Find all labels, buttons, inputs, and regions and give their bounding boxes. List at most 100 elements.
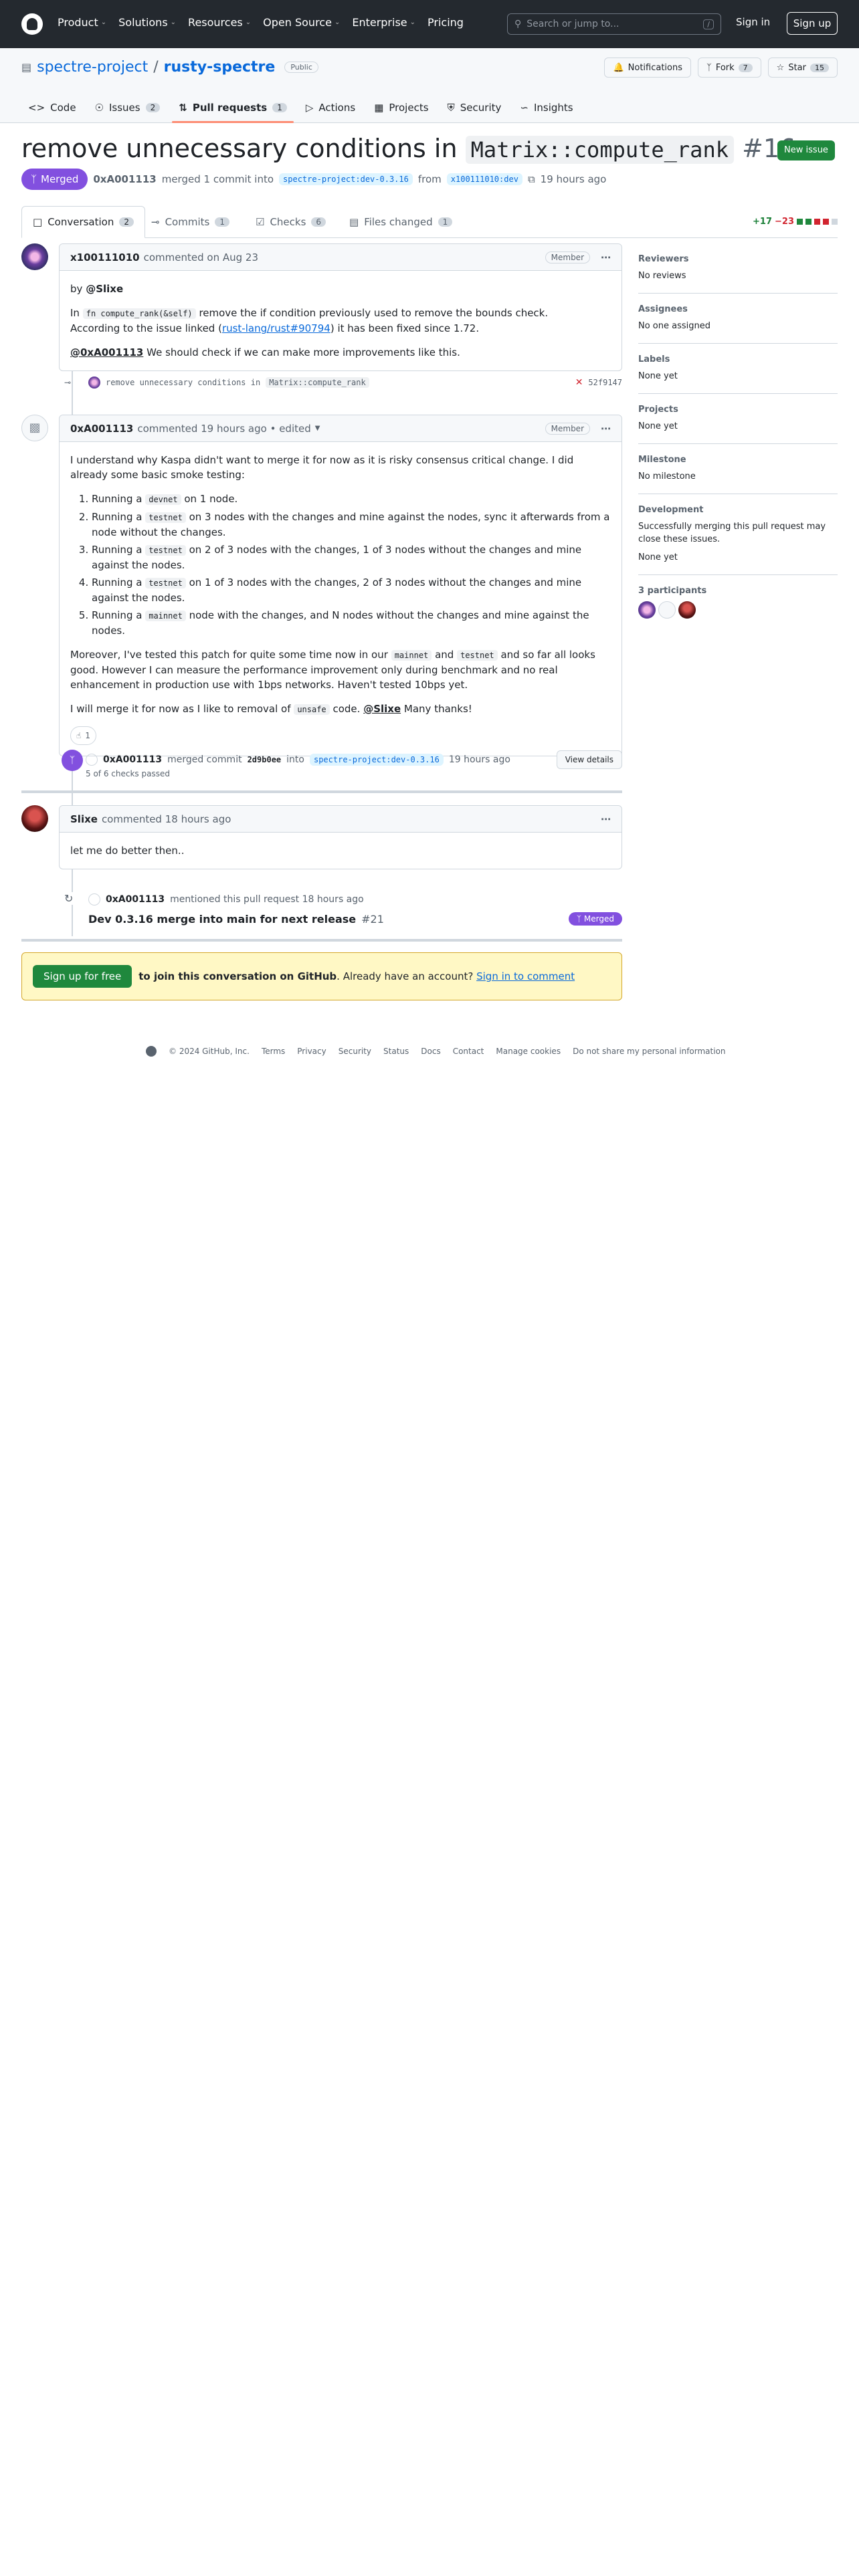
repo-name-link[interactable]: rusty-spectre [164, 59, 276, 76]
signup-free-button[interactable]: Sign up for free [33, 965, 132, 988]
comment-author[interactable]: Slixe [70, 813, 98, 825]
timeline-divider [21, 939, 622, 942]
sidebar-projects: Projects None yet [638, 405, 838, 444]
kebab-menu-icon[interactable]: ⋯ [601, 423, 611, 435]
event-author[interactable]: 0xA001113 [106, 894, 165, 905]
deletions-count: −23 [775, 217, 794, 227]
pr-title: remove unnecessary conditions in Matrix:… [21, 134, 796, 164]
avatar[interactable]: ▩ [21, 415, 48, 441]
chevron-down-icon: ⌄ [409, 19, 416, 26]
base-branch[interactable]: spectre-project:dev-0.3.16 [279, 173, 413, 185]
diffstat: +17 −23 [753, 217, 838, 227]
footer-link-cookies[interactable]: Manage cookies [496, 1047, 561, 1056]
commit-message[interactable]: remove unnecessary conditions in [106, 378, 260, 387]
view-details-button[interactable]: View details [556, 750, 622, 769]
avatar [86, 754, 98, 766]
signin-to-comment-link[interactable]: Sign in to comment [476, 970, 575, 982]
avatar[interactable] [658, 601, 676, 619]
search-icon: ⚲ [514, 19, 522, 29]
sidebar-participants: 3 participants [638, 586, 838, 619]
chevron-down-icon: ⌄ [245, 19, 252, 26]
search-input[interactable]: ⚲ Search or jump to... / [507, 13, 721, 35]
footer-link-do-not-share[interactable]: Do not share my personal information [573, 1047, 725, 1056]
checks-summary: 5 of 6 checks passed [86, 769, 170, 778]
comment-author[interactable]: 0xA001113 [70, 423, 133, 435]
tab-pull-requests[interactable]: ⇅ Pull requests 1 [172, 92, 294, 123]
additions-count: +17 [753, 217, 773, 227]
repo-owner-link[interactable]: spectre-project [37, 59, 148, 76]
signup-banner: Sign up for free to join this conversati… [21, 952, 622, 1000]
footer-link-docs[interactable]: Docs [421, 1047, 440, 1056]
nav-product[interactable]: Product ⌄ [58, 16, 106, 29]
sidebar-development: Development Successfully merging this pu… [638, 505, 838, 575]
merged-status-badge: ᛉ Merged [21, 169, 88, 190]
tab-code[interactable]: <> Code [21, 92, 83, 123]
footer-link-contact[interactable]: Contact [453, 1047, 484, 1056]
tab-insights[interactable]: ∽ Insights [513, 92, 579, 123]
notifications-button[interactable]: 🔔 Notifications [604, 58, 692, 78]
comment-author[interactable]: x100111010 [70, 251, 140, 263]
chevron-down-icon: ⌄ [100, 19, 107, 26]
footer-link-terms[interactable]: Terms [262, 1047, 285, 1056]
sidebar-labels: Labels None yet [638, 354, 838, 394]
github-logo-icon[interactable] [21, 13, 43, 35]
commit-sha[interactable]: 2d9b0ee [248, 755, 282, 764]
tab-checks[interactable]: ☑ Checks 6 [245, 206, 337, 238]
base-branch[interactable]: spectre-project:dev-0.3.16 [309, 754, 444, 766]
commit-sha[interactable]: 52f9147 [588, 378, 622, 387]
event-author[interactable]: 0xA001113 [103, 754, 162, 765]
repo-header: ▤ spectre-project / rusty-spectre Public… [0, 48, 859, 123]
reaction-button[interactable]: ☝ 1 [70, 726, 96, 745]
tab-security[interactable]: ⛨ Security [441, 92, 508, 123]
nav-resources[interactable]: Resources ⌄ [188, 16, 251, 29]
inline-code: testnet [457, 650, 498, 661]
play-icon: ▷ [305, 102, 314, 114]
user-mention[interactable]: @0xA001113 [70, 346, 143, 358]
kebab-menu-icon[interactable]: ⋯ [601, 251, 611, 263]
tab-conversation[interactable]: □ Conversation 2 [21, 206, 145, 238]
nav-solutions[interactable]: Solutions ⌄ [118, 16, 176, 29]
pr-title-code: Matrix::compute_rank [465, 136, 734, 164]
global-header: Product ⌄ Solutions ⌄ Resources ⌄ Open Sour… [0, 0, 859, 48]
signup-button[interactable]: Sign up [787, 12, 838, 35]
commit-icon: ⊸ [64, 378, 72, 387]
tab-commits[interactable]: ⊸ Commits 1 [140, 206, 240, 238]
footer-link-security[interactable]: Security [339, 1047, 371, 1056]
avatar[interactable] [678, 601, 696, 619]
issue-link[interactable]: rust-lang/rust#90794 [222, 322, 330, 334]
tab-files-changed[interactable]: ▤ Files changed 1 [339, 206, 463, 238]
tab-projects[interactable]: ▦ Projects [367, 92, 435, 123]
tab-actions[interactable]: ▷ Actions [299, 92, 362, 123]
star-button[interactable]: ☆ Star 15 [767, 58, 838, 78]
chevron-down-icon[interactable]: ▼ [315, 425, 320, 432]
visibility-badge: Public [284, 62, 318, 73]
head-branch[interactable]: x100111010:dev [446, 173, 522, 185]
user-mention[interactable]: @Slixe [363, 703, 401, 715]
star-icon: ☆ [776, 62, 785, 73]
avatar[interactable] [21, 805, 48, 832]
new-issue-button[interactable]: New issue [777, 140, 835, 160]
user-mention[interactable]: @Slixe [86, 283, 123, 295]
copy-icon[interactable]: ⧉ [528, 173, 535, 185]
nav-enterprise[interactable]: Enterprise ⌄ [352, 16, 415, 29]
inline-code: unsafe [294, 704, 330, 715]
avatar[interactable] [21, 243, 48, 270]
avatar [88, 893, 100, 905]
pull-requests-count: 1 [272, 103, 287, 112]
tab-issues[interactable]: ☉ Issues 2 [88, 92, 167, 123]
comment-card: 0xA001113 commented 19 hours ago • edite… [59, 415, 622, 756]
pr-author-link[interactable]: 0xA001113 [93, 173, 156, 185]
referenced-pr-title[interactable]: Dev 0.3.16 merge into main for next rele… [88, 913, 356, 926]
signin-link[interactable]: Sign in [736, 16, 770, 28]
footer-link-status[interactable]: Status [383, 1047, 409, 1056]
kebab-menu-icon[interactable]: ⋯ [601, 813, 611, 825]
repo-icon: ▤ [21, 61, 32, 74]
fork-button[interactable]: ᛉ Fork 7 [698, 58, 761, 78]
merged-status-badge: ᛉ Merged [568, 912, 622, 926]
failed-status-icon[interactable]: ✕ [575, 377, 583, 388]
comment-icon: □ [33, 216, 43, 228]
avatar[interactable] [638, 601, 656, 619]
nav-open-source[interactable]: Open Source ⌄ [263, 16, 340, 29]
footer-link-privacy[interactable]: Privacy [297, 1047, 326, 1056]
nav-pricing[interactable]: Pricing [427, 16, 464, 29]
